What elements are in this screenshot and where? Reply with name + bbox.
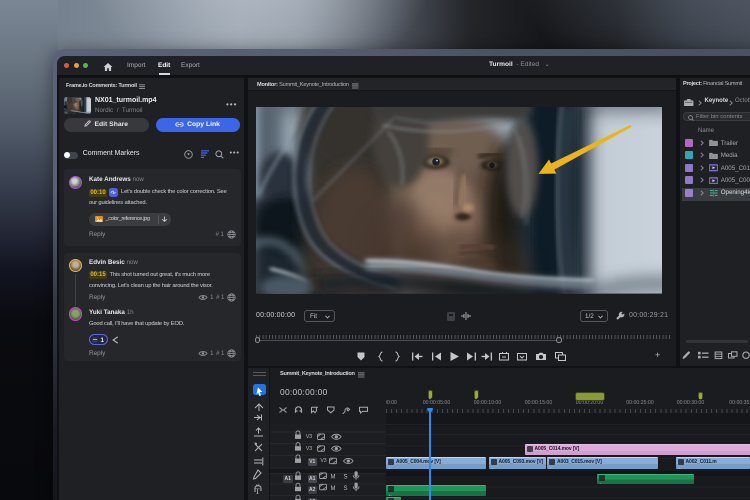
- svg-text:M: M: [331, 475, 336, 481]
- svg-text:S: S: [344, 475, 348, 481]
- svg-text:fx: fx: [491, 466, 495, 468]
- svg-text:fx: fx: [550, 466, 554, 468]
- svg-text:M: M: [331, 486, 336, 492]
- svg-text:fx: fx: [600, 483, 604, 484]
- svg-text:fx: fx: [389, 466, 393, 468]
- svg-text:fx: fx: [527, 453, 531, 455]
- svg-text:S: S: [344, 486, 348, 492]
- svg-text:fx: fx: [678, 466, 682, 468]
- svg-text:T: T: [255, 487, 260, 495]
- svg-text:fx: fx: [389, 494, 393, 496]
